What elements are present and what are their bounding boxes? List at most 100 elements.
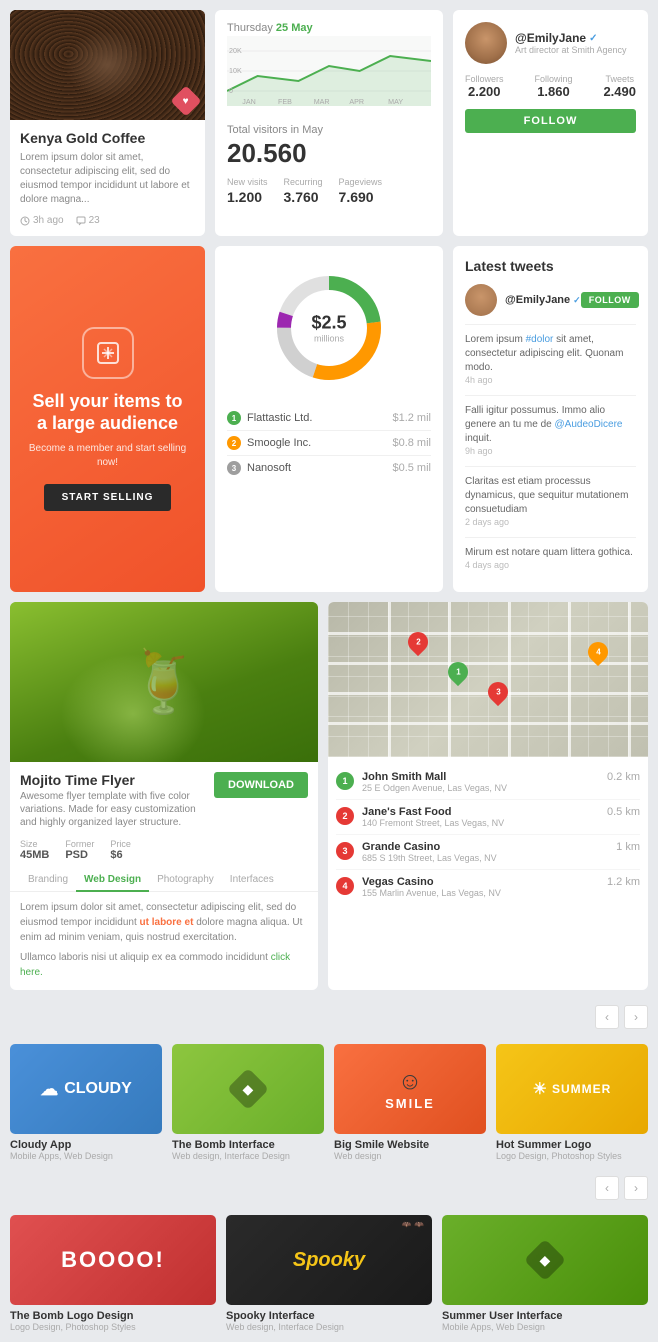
- spooky-text: Spooky: [293, 1249, 365, 1272]
- donut-card: $2.5 millions 1 Flattastic Ltd. $1.2 mil: [215, 246, 443, 592]
- cloud-icon: ☁: [40, 1079, 58, 1100]
- list-item: 1 John Smith Mall 25 E Odgen Avenue, Las…: [336, 765, 640, 800]
- tab-interfaces[interactable]: Interfaces: [222, 869, 282, 892]
- following-stat: Following 1.860: [534, 74, 572, 99]
- highlight-text: ut labore et: [140, 917, 194, 928]
- next-arrow-2[interactable]: ›: [624, 1176, 648, 1200]
- tweet-3: Claritas est etiam processus dynamicus, …: [465, 475, 636, 527]
- svg-text:0: 0: [229, 88, 233, 95]
- navigation-row-2: ‹ ›: [10, 1171, 648, 1205]
- location-num-3: 3: [336, 842, 354, 860]
- stat-pageviews: Pageviews 7.690: [339, 177, 383, 205]
- summer-text: SUMMER: [552, 1082, 611, 1096]
- tweets-card: Latest tweets @EmilyJane ✓ FOLLOW Lorem …: [453, 246, 648, 592]
- list-item: 2 Smoogle Inc. $0.8 mil: [227, 431, 431, 456]
- tab-content: Lorem ipsum dolor sit amet, consectetur …: [10, 900, 318, 990]
- tweets-title: Latest tweets: [465, 258, 636, 274]
- divider: [465, 537, 636, 538]
- svg-text:20K: 20K: [229, 48, 242, 55]
- tweet-time-1: 4h ago: [465, 375, 636, 385]
- svg-text:MAR: MAR: [314, 99, 330, 106]
- flyer-title: Mojito Time Flyer: [20, 772, 214, 788]
- chart-date-day: 25 May: [276, 22, 313, 34]
- tab-web-design[interactable]: Web Design: [76, 869, 149, 892]
- portfolio-title-summer-ui: Summer User Interface: [442, 1310, 648, 1322]
- thumb-cloudy: ☁ CLOUDY: [10, 1044, 162, 1134]
- sell-subtext: Become a member and start selling now!: [25, 442, 190, 470]
- chart-area: 20K 10K 0 JAN FEB MAR APR MAY: [227, 36, 431, 116]
- location-num-1: 1: [336, 772, 354, 790]
- portfolio-item-bomb: ◆ The Bomb Interface Web design, Interfa…: [172, 1044, 324, 1161]
- boooo-text: BOOOO!: [61, 1247, 165, 1273]
- flyer-format: Former PSD: [65, 839, 94, 861]
- portfolio-item-summer-ui: ◆ Summer User Interface Mobile Apps, Web…: [442, 1215, 648, 1332]
- tweet-1: Lorem ipsum #dolor sit amet, consectetur…: [465, 333, 636, 385]
- portfolio-title-bomb-logo: The Bomb Logo Design: [10, 1310, 216, 1322]
- coffee-image: [10, 10, 205, 120]
- list-item: 3 Nanosoft $0.5 mil: [227, 456, 431, 480]
- line-chart: 20K 10K 0 JAN FEB MAR APR MAY: [227, 36, 431, 106]
- prev-arrow[interactable]: ‹: [595, 1005, 619, 1029]
- portfolio-cat-spooky: Web design, Interface Design: [226, 1322, 432, 1332]
- followers-stat: Followers 2.200: [465, 74, 504, 99]
- prev-arrow-2[interactable]: ‹: [595, 1176, 619, 1200]
- svg-text:APR: APR: [349, 99, 364, 106]
- total-visitors-value: 20.560: [227, 138, 431, 169]
- svg-text:JAN: JAN: [242, 99, 255, 106]
- portfolio-title-smile: Big Smile Website: [334, 1139, 486, 1151]
- chart-card: Thursday 25 May 20K 10K: [215, 10, 443, 236]
- diamond-icon-2: ◆: [524, 1239, 566, 1281]
- next-arrow[interactable]: ›: [624, 1005, 648, 1029]
- verified-icon: ✓: [589, 33, 597, 44]
- bats-icon: 🦇 🦇: [402, 1220, 424, 1229]
- cloudy-text: CLOUDY: [64, 1080, 132, 1098]
- tweet-4: Mirum est notare quam littera gothica. 4…: [465, 546, 636, 570]
- dot-1: 1: [227, 411, 241, 425]
- follow-button[interactable]: FOLLOW: [465, 109, 636, 133]
- tweet-avatar: [465, 284, 497, 316]
- download-button[interactable]: DOWNLOAD: [214, 772, 308, 798]
- diamond-icon: ◆: [227, 1068, 269, 1110]
- list-item: 3 Grande Casino 685 S 19th Street, Las V…: [336, 835, 640, 870]
- tweet-verified-icon: ✓: [573, 295, 581, 306]
- tweets-stat: Tweets 2.490: [603, 74, 636, 99]
- portfolio-cat-bomb-logo: Logo Design, Photoshop Styles: [10, 1322, 216, 1332]
- hashtag: #dolor: [526, 334, 554, 345]
- tab-branding[interactable]: Branding: [20, 869, 76, 892]
- start-selling-button[interactable]: START SELLING: [44, 484, 172, 511]
- portfolio-title-spooky: Spooky Interface: [226, 1310, 432, 1322]
- stats-row: New visits 1.200 Recurring 3.760 Pagevie…: [227, 177, 431, 205]
- portfolio-title-bomb: The Bomb Interface: [172, 1139, 324, 1151]
- profile-name: @EmilyJane: [515, 31, 586, 45]
- link-text[interactable]: click here.: [20, 952, 290, 978]
- thumb-summer-ui: ◆: [442, 1215, 648, 1305]
- thumb-smile: ☺ SMILE: [334, 1044, 486, 1134]
- portfolio-cat-bomb: Web design, Interface Design: [172, 1151, 324, 1161]
- stat-recurring: Recurring 3.760: [284, 177, 323, 205]
- dot-2: 2: [227, 436, 241, 450]
- svg-text:10K: 10K: [229, 68, 242, 75]
- tweet-follow-button[interactable]: FOLLOW: [581, 292, 639, 308]
- portfolio-cat-cloudy: Mobile Apps, Web Design: [10, 1151, 162, 1161]
- sell-card: Sell your items to a large audience Beco…: [10, 246, 205, 592]
- divider: [465, 466, 636, 467]
- sell-headline: Sell your items to a large audience: [25, 391, 190, 434]
- smile-text: SMILE: [385, 1096, 435, 1111]
- portfolio-item-bomb-logo: BOOOO! The Bomb Logo Design Logo Design,…: [10, 1215, 216, 1332]
- portfolio-cat-summer: Logo Design, Photoshop Styles: [496, 1151, 648, 1161]
- list-item: 2 Jane's Fast Food 140 Fremont Street, L…: [336, 800, 640, 835]
- mention: @AudeoDicere: [555, 419, 623, 430]
- thumb-summer: ☀ SUMMER: [496, 1044, 648, 1134]
- portfolio-row-1: ☁ CLOUDY Cloudy App Mobile Apps, Web Des…: [10, 1044, 648, 1161]
- location-num-2: 2: [336, 807, 354, 825]
- donut-chart: $2.5 millions: [269, 268, 389, 388]
- donut-amount: $2.5: [311, 313, 346, 334]
- dot-3: 3: [227, 461, 241, 475]
- thumb-bomb: ◆: [172, 1044, 324, 1134]
- profile-card: @EmilyJane ✓ Art director at Smith Agenc…: [453, 10, 648, 236]
- tab-photography[interactable]: Photography: [149, 869, 222, 892]
- location-num-4: 4: [336, 877, 354, 895]
- smiley-icon: ☺: [398, 1068, 423, 1096]
- portfolio-item-spooky: 🦇 🦇 Spooky Spooky Interface Web design, …: [226, 1215, 432, 1332]
- flyer-price: Price $6: [110, 839, 131, 861]
